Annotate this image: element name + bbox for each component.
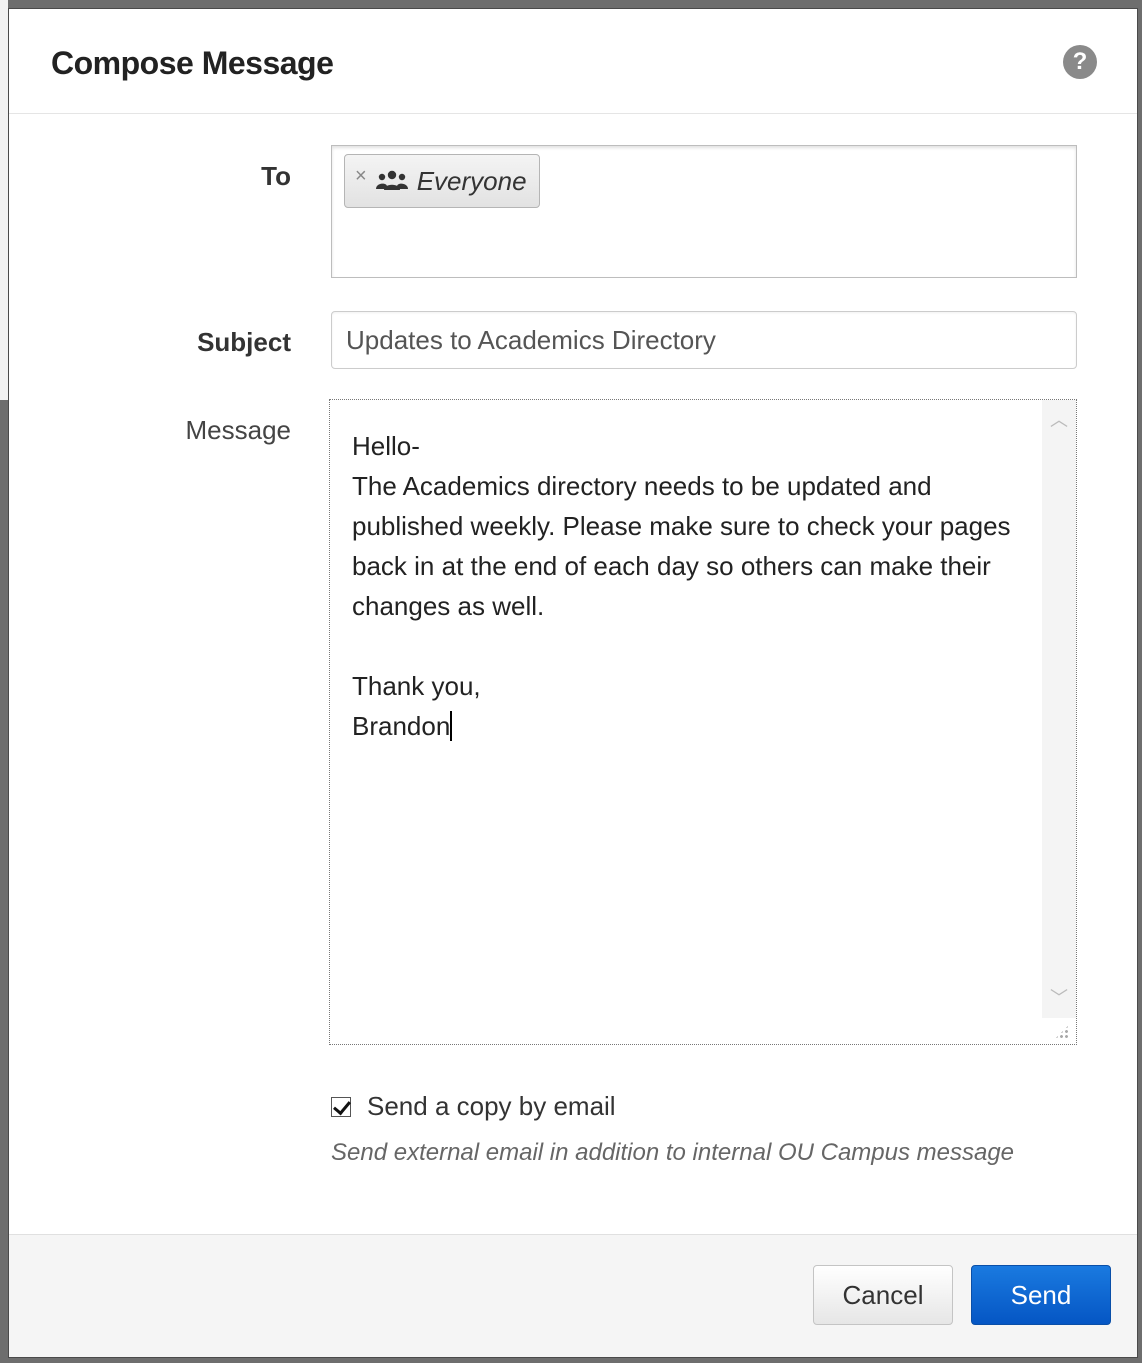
scroll-up-icon[interactable]: ︿: [1042, 406, 1076, 434]
remove-recipient-icon[interactable]: ×: [355, 165, 367, 188]
to-field[interactable]: × Everyone: [331, 145, 1077, 278]
recipient-name: Everyone: [416, 165, 527, 196]
send-copy-row: Send a copy by email: [331, 1091, 616, 1122]
compose-message-dialog: Compose Message ? To × Everyone Subject …: [8, 8, 1138, 1358]
send-copy-label[interactable]: Send a copy by email: [367, 1091, 616, 1122]
group-icon: [375, 170, 408, 190]
dialog-title: Compose Message: [51, 45, 334, 81]
checkmark-icon: [333, 1096, 351, 1115]
dialog-footer: Cancel Send: [9, 1234, 1137, 1357]
to-label: To: [261, 161, 291, 191]
recipient-chip-everyone[interactable]: × Everyone: [344, 154, 540, 208]
scroll-down-icon[interactable]: ﹀: [1042, 984, 1076, 1012]
message-label: Message: [185, 415, 292, 445]
message-body[interactable]: Hello- The Academics directory needs to …: [352, 426, 1042, 746]
text-caret: [450, 711, 453, 741]
message-textarea[interactable]: Hello- The Academics directory needs to …: [329, 399, 1077, 1045]
dialog-header: Compose Message ?: [9, 9, 1137, 114]
resize-grip-icon[interactable]: [1054, 1024, 1070, 1040]
subject-label: Subject: [197, 327, 291, 357]
background-page: [0, 0, 8, 400]
message-scrollbar[interactable]: ︿ ﹀: [1042, 400, 1076, 1018]
send-button[interactable]: Send: [971, 1265, 1111, 1325]
subject-input[interactable]: [331, 311, 1077, 369]
send-copy-help-text: Send external email in addition to inter…: [331, 1139, 1015, 1166]
cancel-button[interactable]: Cancel: [813, 1265, 953, 1325]
send-copy-checkbox[interactable]: [331, 1096, 351, 1117]
question-circle-icon[interactable]: ?: [1063, 45, 1097, 79]
